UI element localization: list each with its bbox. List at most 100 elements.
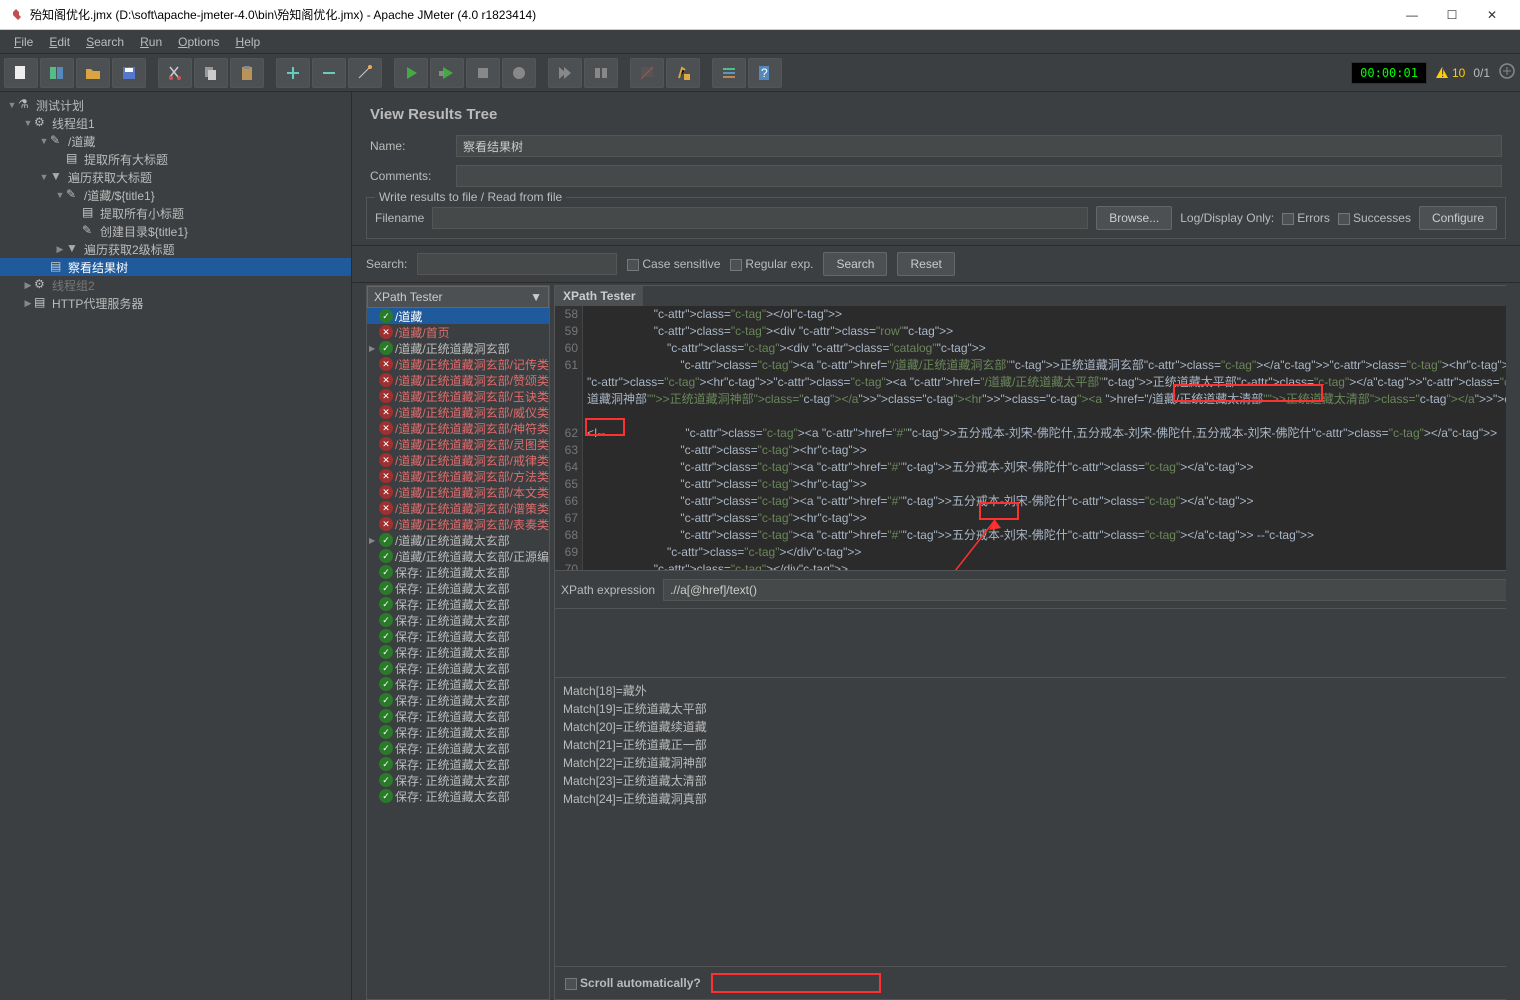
tb-start-no-timers[interactable] bbox=[430, 58, 464, 88]
sample-row[interactable]: ✓保存: 正统道藏太玄部 bbox=[367, 788, 549, 804]
page-icon bbox=[34, 295, 50, 311]
maximize-button[interactable]: ☐ bbox=[1432, 1, 1472, 29]
scroll-auto-checkbox[interactable]: Scroll automatically? bbox=[565, 976, 701, 990]
filename-input[interactable] bbox=[432, 207, 1088, 229]
sample-row[interactable]: ✕/道藏/正统道藏洞玄部/灵图类 bbox=[367, 436, 549, 452]
sample-row[interactable]: ✓保存: 正统道藏太玄部 bbox=[367, 612, 549, 628]
case-sensitive-checkbox[interactable]: Case sensitive bbox=[627, 257, 720, 271]
sample-row[interactable]: ✓保存: 正统道藏太玄部 bbox=[367, 564, 549, 580]
tree-node[interactable]: 创建目录${title1} bbox=[0, 222, 351, 240]
tb-collapse[interactable] bbox=[312, 58, 346, 88]
sample-row[interactable]: ✓/道藏 bbox=[367, 308, 549, 324]
tree-node[interactable]: ▼测试计划 bbox=[0, 96, 351, 114]
expand-icon[interactable] bbox=[1498, 62, 1516, 83]
sample-row[interactable]: ✕/道藏/正统道藏洞玄部/表奏类 bbox=[367, 516, 549, 532]
sample-row[interactable]: ✓保存: 正统道藏太玄部 bbox=[367, 756, 549, 772]
tb-shutdown[interactable] bbox=[502, 58, 536, 88]
search-input[interactable] bbox=[417, 253, 617, 275]
successes-checkbox[interactable]: Successes bbox=[1338, 211, 1411, 225]
sample-row[interactable]: ✕/道藏/正统道藏洞玄部/记传类 bbox=[367, 356, 549, 372]
menu-help[interactable]: Help bbox=[228, 33, 269, 51]
name-input[interactable] bbox=[456, 135, 1502, 157]
sample-row[interactable]: ✓保存: 正统道藏太玄部 bbox=[367, 596, 549, 612]
sample-row[interactable]: ✕/道藏/正统道藏洞玄部/玉诀类 bbox=[367, 388, 549, 404]
pass-icon: ✓ bbox=[379, 677, 393, 691]
tree-node[interactable]: ▼线程组1 bbox=[0, 114, 351, 132]
menubar: FFileile Edit Search Run Options Help bbox=[0, 30, 1520, 54]
fail-icon: ✕ bbox=[379, 469, 393, 483]
tb-cut[interactable] bbox=[158, 58, 192, 88]
warning-count[interactable]: !10 bbox=[1435, 66, 1465, 80]
tree-node[interactable]: ▼/道藏 bbox=[0, 132, 351, 150]
tb-paste[interactable] bbox=[230, 58, 264, 88]
tree-node[interactable]: ▶线程组2 bbox=[0, 276, 351, 294]
sample-row[interactable]: ✕/道藏/正统道藏洞玄部/威仪类 bbox=[367, 404, 549, 420]
sample-row[interactable]: ✕/道藏/正统道藏洞玄部/方法类 bbox=[367, 468, 549, 484]
tree-node[interactable]: ▶遍历获取2级标题 bbox=[0, 240, 351, 258]
tree-node[interactable]: ▼/道藏/${title1} bbox=[0, 186, 351, 204]
errors-checkbox[interactable]: Errors bbox=[1282, 211, 1330, 225]
tb-open[interactable] bbox=[76, 58, 110, 88]
sample-row[interactable]: ✓保存: 正统道藏太玄部 bbox=[367, 772, 549, 788]
sample-results-list[interactable]: ✓/道藏✕/道藏/首页▶✓/道藏/正统道藏洞玄部✕/道藏/正统道藏洞玄部/记传类… bbox=[367, 308, 549, 999]
tb-new[interactable] bbox=[4, 58, 38, 88]
sample-row[interactable]: ✓/道藏/正统道藏太玄部/正源编 bbox=[367, 548, 549, 564]
menu-run[interactable]: Run bbox=[132, 33, 170, 51]
sample-row[interactable]: ✓保存: 正统道藏太玄部 bbox=[367, 660, 549, 676]
tree-node[interactable]: 提取所有大标题 bbox=[0, 150, 351, 168]
sample-row[interactable]: ▶✓/道藏/正统道藏太玄部 bbox=[367, 532, 549, 548]
reset-button[interactable]: Reset bbox=[897, 252, 954, 276]
sample-row[interactable]: ▶✓/道藏/正统道藏洞玄部 bbox=[367, 340, 549, 356]
sample-row[interactable]: ✕/道藏/正统道藏洞玄部/戒律类 bbox=[367, 452, 549, 468]
close-button[interactable]: ✕ bbox=[1472, 1, 1512, 29]
sample-row[interactable]: ✕/道藏/正统道藏洞玄部/赞颂类 bbox=[367, 372, 549, 388]
sample-row[interactable]: ✕/道藏/首页 bbox=[367, 324, 549, 340]
sample-row[interactable]: ✕/道藏/正统道藏洞玄部/谱策类 bbox=[367, 500, 549, 516]
tb-toggle[interactable] bbox=[348, 58, 382, 88]
tb-clear[interactable] bbox=[630, 58, 664, 88]
menu-file[interactable]: FFileile bbox=[6, 33, 41, 51]
fail-icon: ✕ bbox=[379, 517, 393, 531]
sample-row[interactable]: ✓保存: 正统道藏太玄部 bbox=[367, 628, 549, 644]
sample-row[interactable]: ✓保存: 正统道藏太玄部 bbox=[367, 676, 549, 692]
menu-edit[interactable]: Edit bbox=[41, 33, 78, 51]
tree-node[interactable]: ▼遍历获取大标题 bbox=[0, 168, 351, 186]
tb-stop[interactable] bbox=[466, 58, 500, 88]
tb-templates[interactable] bbox=[40, 58, 74, 88]
tb-remote-stop[interactable] bbox=[584, 58, 618, 88]
menu-search[interactable]: Search bbox=[78, 33, 132, 51]
tb-save[interactable] bbox=[112, 58, 146, 88]
configure-button[interactable]: Configure bbox=[1419, 206, 1497, 230]
page-icon bbox=[66, 151, 82, 167]
sample-row[interactable]: ✕/道藏/正统道藏洞玄部/神符类 bbox=[367, 420, 549, 436]
comments-input[interactable] bbox=[456, 165, 1502, 187]
sample-row[interactable]: ✓保存: 正统道藏太玄部 bbox=[367, 724, 549, 740]
browse-button[interactable]: Browse... bbox=[1096, 206, 1172, 230]
tb-expand[interactable] bbox=[276, 58, 310, 88]
sample-row[interactable]: ✓保存: 正统道藏太玄部 bbox=[367, 580, 549, 596]
test-plan-tree[interactable]: ▼测试计划▼线程组1▼/道藏提取所有大标题▼遍历获取大标题▼/道藏/${titl… bbox=[0, 92, 352, 1000]
renderer-dropdown[interactable]: XPath Tester▼ bbox=[367, 286, 549, 308]
sample-row[interactable]: ✕/道藏/正统道藏洞玄部/本文类 bbox=[367, 484, 549, 500]
tb-remote-start[interactable] bbox=[548, 58, 582, 88]
sample-row[interactable]: ✓保存: 正统道藏太玄部 bbox=[367, 644, 549, 660]
search-button[interactable]: Search bbox=[823, 252, 887, 276]
tb-function-helper[interactable]: ? bbox=[748, 58, 782, 88]
xpath-input[interactable] bbox=[663, 579, 1506, 601]
minimize-button[interactable]: — bbox=[1392, 1, 1432, 29]
sample-row[interactable]: ✓保存: 正统道藏太玄部 bbox=[367, 708, 549, 724]
tb-start[interactable] bbox=[394, 58, 428, 88]
tb-search[interactable] bbox=[712, 58, 746, 88]
sample-row[interactable]: ✓保存: 正统道藏太玄部 bbox=[367, 740, 549, 756]
response-code-area[interactable]: 585960616263646566676869707172 "c-attr">… bbox=[555, 306, 1506, 570]
sample-row[interactable]: ✓保存: 正统道藏太玄部 bbox=[367, 692, 549, 708]
matches-output[interactable]: Match[18]=藏外Match[19]=正统道藏太平部Match[20]=正… bbox=[555, 677, 1506, 966]
tab-xpath-tester[interactable]: XPath Tester bbox=[555, 286, 643, 306]
tb-copy[interactable] bbox=[194, 58, 228, 88]
tree-node[interactable]: 察看结果树 bbox=[0, 258, 351, 276]
menu-options[interactable]: Options bbox=[170, 33, 227, 51]
tree-node[interactable]: ▶HTTP代理服务器 bbox=[0, 294, 351, 312]
tree-node[interactable]: 提取所有小标题 bbox=[0, 204, 351, 222]
tb-clear-all[interactable] bbox=[666, 58, 700, 88]
regex-checkbox[interactable]: Regular exp. bbox=[730, 257, 813, 271]
